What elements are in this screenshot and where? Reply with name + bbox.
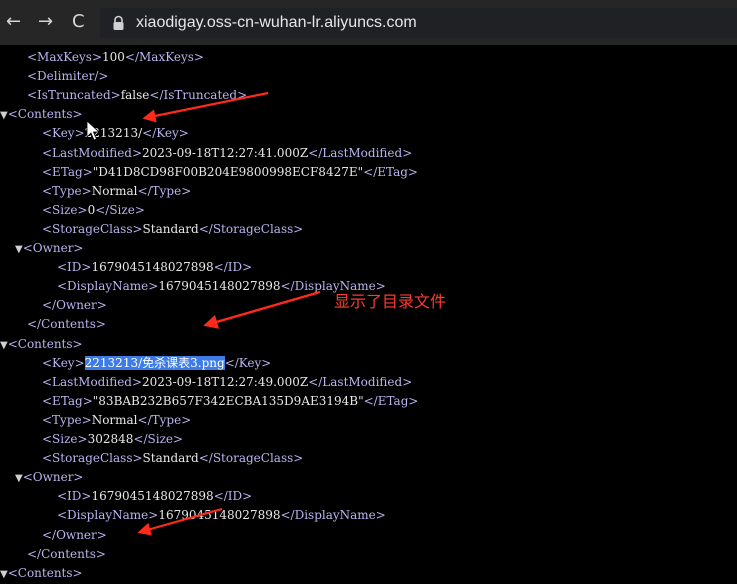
xml-tag: </Contents> xyxy=(27,546,106,561)
annotation-arrows xyxy=(86,91,321,536)
arrow-to-contents-1 xyxy=(142,91,269,123)
arrow-to-key-file xyxy=(203,290,321,329)
xml-line: </Contents> xyxy=(27,545,106,564)
xml-tag: <Contents> xyxy=(7,565,83,580)
mouse-cursor-icon xyxy=(86,120,101,141)
arrow-to-contents-3 xyxy=(137,507,223,536)
xml-line: ▼<Contents> xyxy=(0,564,83,583)
collapse-toggle-icon[interactable]: ▼ xyxy=(0,569,8,580)
